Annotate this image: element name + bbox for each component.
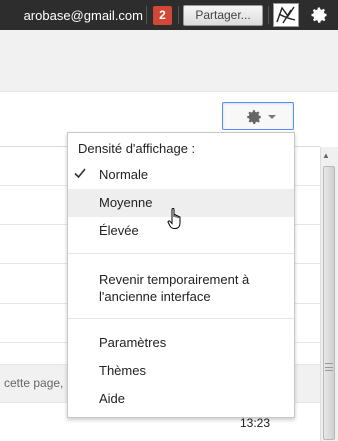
divider xyxy=(68,318,294,319)
menu-item-normale[interactable]: Normale xyxy=(68,161,294,189)
divider xyxy=(146,6,147,24)
menu-item-label: Aide xyxy=(99,391,126,406)
menu-heading: Densité d'affichage : xyxy=(78,141,196,156)
menu-item-label: Moyenne xyxy=(99,195,153,210)
gear-icon[interactable] xyxy=(308,5,330,25)
header-band xyxy=(0,30,338,92)
divider xyxy=(178,6,179,24)
message-time: 13:23 xyxy=(240,416,271,430)
divider xyxy=(68,253,294,254)
scroll-up-arrow-icon[interactable]: ▲ xyxy=(322,151,330,160)
menu-item-revert-interface[interactable]: Revenir temporairement à l'ancienne inte… xyxy=(68,265,294,307)
chevron-down-icon xyxy=(268,115,276,119)
avatar-image xyxy=(274,4,298,26)
settings-menu: Densité d'affichage : Normale Moyenne Él… xyxy=(67,132,295,418)
gear-icon xyxy=(247,110,261,124)
checkmark-icon xyxy=(74,168,86,179)
share-button[interactable]: Partager... xyxy=(183,5,263,26)
menu-item-label: Paramètres xyxy=(99,335,167,350)
avatar[interactable] xyxy=(273,3,299,27)
account-email[interactable]: arobase@gmail.com xyxy=(3,8,143,23)
menu-item-label: Thèmes xyxy=(99,363,146,378)
menu-item-label: Élevée xyxy=(99,223,139,238)
hand-cursor-icon xyxy=(167,208,181,229)
divider xyxy=(268,6,269,24)
menu-item-themes[interactable]: Thèmes xyxy=(68,357,294,385)
menu-item-parametres[interactable]: Paramètres xyxy=(68,329,294,357)
menu-item-label: Revenir temporairement à l'ancienne inte… xyxy=(99,272,250,304)
scrollbar-thumb[interactable] xyxy=(323,166,335,440)
settings-button[interactable] xyxy=(222,102,294,130)
menu-item-label: Normale xyxy=(99,167,149,182)
notification-badge[interactable]: 2 xyxy=(153,6,172,25)
grip-icon xyxy=(325,363,333,371)
info-text: cette page, xyxy=(4,376,64,390)
menu-item-aide[interactable]: Aide xyxy=(68,385,294,413)
